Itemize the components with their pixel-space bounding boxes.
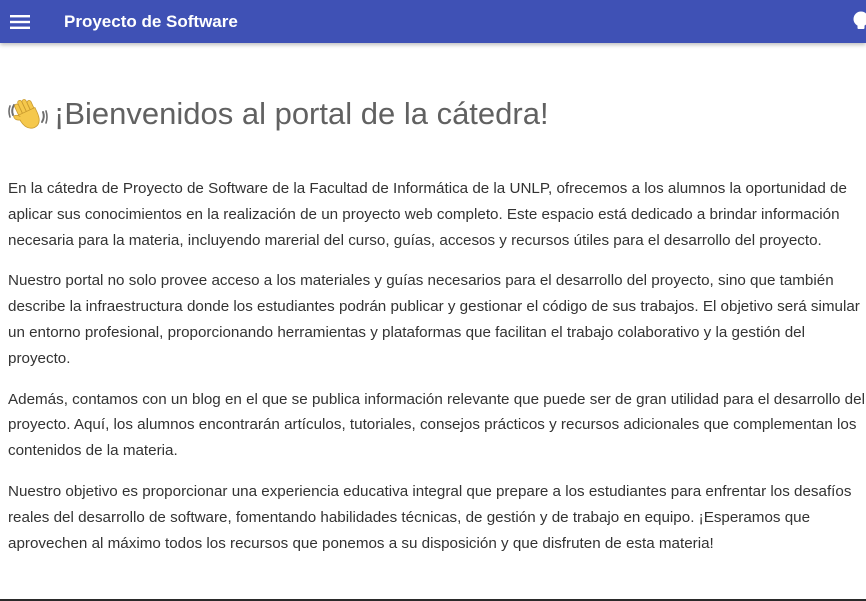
menu-button[interactable] (0, 0, 40, 43)
main-content: ¡Bienvenidos al portal de la cátedra! En… (0, 44, 866, 601)
site-title[interactable]: Proyecto de Software (64, 12, 238, 32)
app-bar: Proyecto de Software (0, 0, 866, 43)
paragraph: Nuestro objetivo es proporcionar una exp… (8, 482, 852, 552)
paragraph: Además, contamos con un blog en el que s… (8, 390, 865, 460)
waving-hand-icon (8, 99, 48, 129)
page-heading-text: ¡Bienvenidos al portal de la cátedra! (54, 96, 549, 131)
page-heading: ¡Bienvenidos al portal de la cátedra! (8, 94, 549, 134)
hamburger-menu-icon (10, 14, 30, 29)
paragraph: En la cátedra de Proyecto de Software de… (8, 180, 847, 249)
intro-text: En la cátedra de Proyecto de Software de… (8, 176, 866, 571)
paragraph: Nuestro portal no solo provee acceso a l… (8, 272, 860, 367)
theme-toggle-button[interactable] (850, 10, 866, 32)
lightbulb-icon (853, 11, 866, 29)
